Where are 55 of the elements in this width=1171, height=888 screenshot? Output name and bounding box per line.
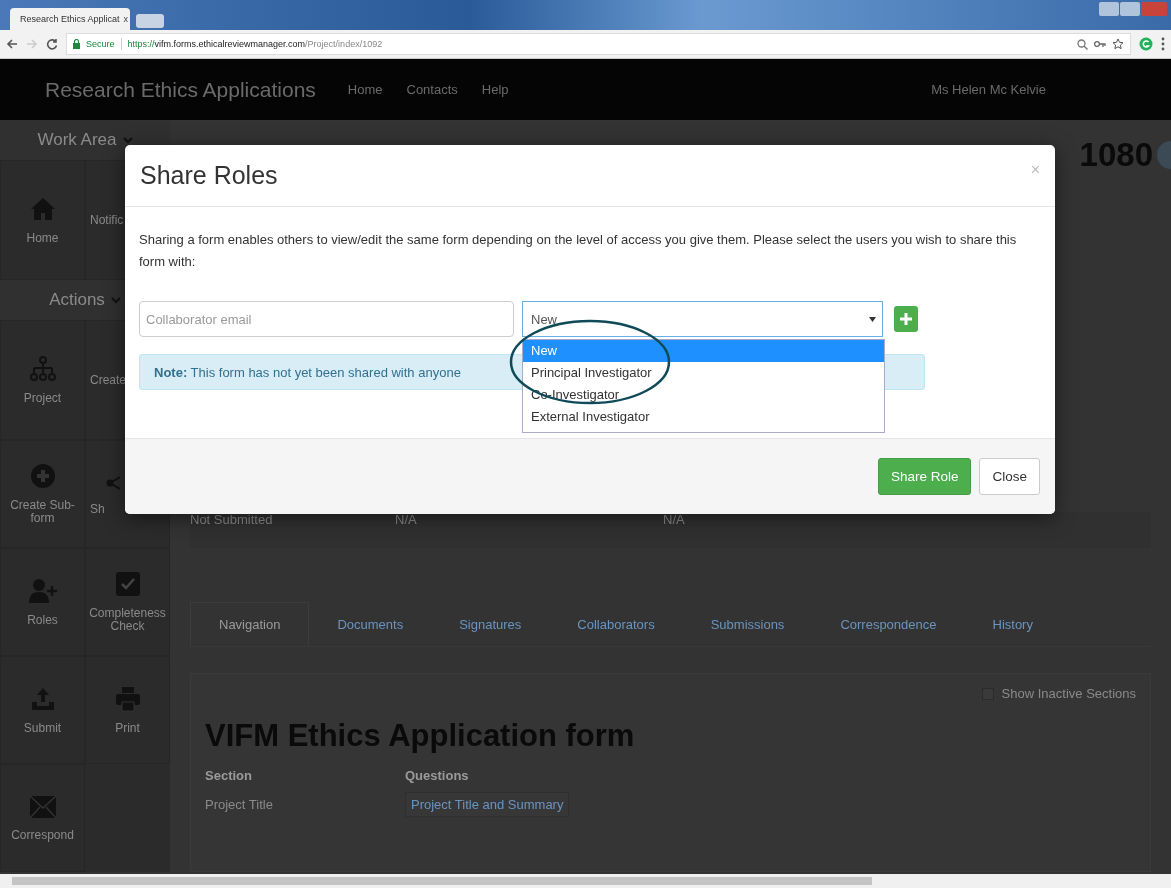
status-cell-text: N/A xyxy=(395,512,418,527)
tile-label: Correspond xyxy=(11,828,74,842)
dropdown-option[interactable]: Principal Investigator xyxy=(523,362,884,384)
browser-tab[interactable]: Research Ethics Applicat x xyxy=(10,8,130,30)
page-tab[interactable]: Submissions xyxy=(682,602,813,646)
tile-label: Submit xyxy=(23,721,62,735)
page-tab[interactable]: History xyxy=(964,602,1061,646)
sidebar-tile[interactable]: Correspond xyxy=(0,764,85,872)
page-tab[interactable]: Navigation xyxy=(190,602,310,646)
sidebar-tile[interactable]: Project xyxy=(0,320,85,440)
checkbox-label: Show Inactive Sections xyxy=(1001,686,1136,701)
nav-link[interactable]: Home xyxy=(347,82,383,97)
tile-label: Create Sub-form xyxy=(9,499,76,525)
note-text: Note: This form has not yet been shared with anyone xyxy=(154,364,461,380)
sidebar-tile[interactable]: Create Sub-form xyxy=(0,440,85,548)
sidebar-tile[interactable]: Print xyxy=(85,656,170,764)
email-field[interactable]: Collaborator email xyxy=(139,301,514,337)
dropdown-option[interactable]: External Investigator xyxy=(523,406,884,428)
tile-label: Print xyxy=(115,721,140,735)
page-tab[interactable]: Signatures xyxy=(431,602,550,646)
tile-label: Notific xyxy=(89,213,124,227)
status-cell: N/A xyxy=(663,512,685,527)
nav-link[interactable]: Help xyxy=(481,82,509,97)
page-tab[interactable]: Documents xyxy=(309,602,432,646)
secure-label: Secure xyxy=(86,39,115,49)
dropdown-option[interactable]: New xyxy=(523,340,884,362)
tile-label: Sh xyxy=(89,502,105,516)
page-tab[interactable]: Correspondence xyxy=(812,602,965,646)
url-text: https://vifm.forms.ethicalreviewmanager.com/Project/index/1092 xyxy=(127,39,383,49)
tile-label: Roles xyxy=(27,613,58,627)
sidebar-tile[interactable]: Roles xyxy=(0,548,85,656)
page-tab[interactable]: Collaborators xyxy=(549,602,683,646)
nav-link[interactable]: Contacts xyxy=(406,82,458,97)
dialog-close-button[interactable]: Close xyxy=(979,458,1040,495)
tile-label: Project xyxy=(23,391,62,405)
sidebar-tile[interactable]: Home xyxy=(0,160,85,280)
status-cell-text: Not Submitted xyxy=(190,512,274,527)
column-header: Section xyxy=(205,768,253,783)
sidebar-section-header[interactable]: Work Area xyxy=(0,120,170,160)
dialog-title: Share Roles xyxy=(140,161,278,190)
address-field[interactable]: Secure https://vifm.forms.ethicalreviewmanager.com/Project/index/1092 xyxy=(66,33,1131,55)
tab-close-button[interactable]: x xyxy=(123,14,129,24)
tile-label: Home xyxy=(26,231,59,245)
table-cell-text: Project Title xyxy=(205,797,274,812)
tile-label: Create xyxy=(89,373,127,387)
sidebar-tile[interactable]: Submit xyxy=(0,656,85,764)
user-menu[interactable]: Ms Helen Mc Kelvie xyxy=(931,82,1046,97)
sidebar-tile[interactable]: Completeness Check xyxy=(85,548,170,656)
intro-text: Sharing a form enables others to view/edit the same form depending on the level of access you give them. Please select the users you wish to share this form with: xyxy=(139,231,1018,271)
tile-label: Completeness Check xyxy=(88,607,167,633)
column-header: Questions xyxy=(405,768,470,783)
question-link[interactable]: Project Title and Summary xyxy=(405,792,570,817)
tab-title: Research Ethics Applicat xyxy=(20,14,120,24)
share-role-button[interactable]: Share Role xyxy=(877,458,972,495)
brand-title[interactable]: Research Ethics Applications xyxy=(45,77,316,102)
